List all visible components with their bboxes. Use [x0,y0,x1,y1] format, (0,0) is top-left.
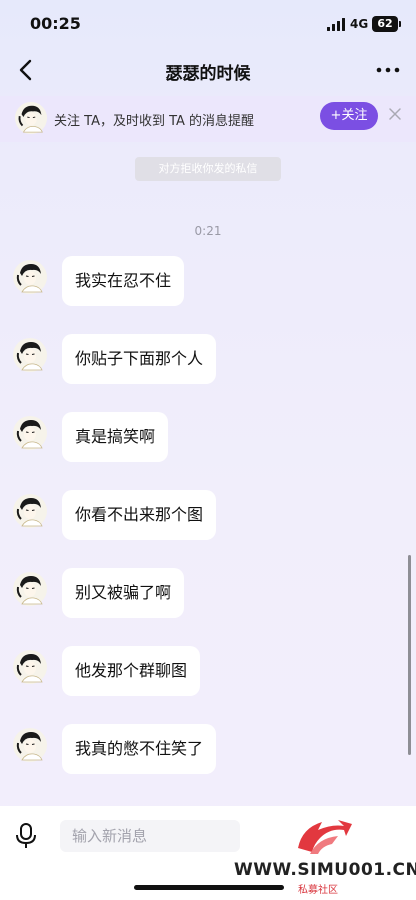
message-bubble[interactable]: 别又被骗了啊 [62,568,185,618]
avatar[interactable] [12,571,48,607]
close-icon[interactable] [388,107,402,121]
home-indicator [134,885,284,890]
status-time: 00:25 [30,14,81,33]
avatar[interactable] [12,493,48,529]
message-input[interactable] [60,820,240,852]
follow-button[interactable]: +关注 [320,102,378,130]
message-bubble[interactable]: 你看不出来那个图 [62,490,217,540]
message-bubble[interactable]: 我真的憋不住笑了 [62,724,217,774]
system-notice: 对方拒收你发的私信 [135,157,281,181]
follow-banner-text: 关注 TA，及时收到 TA 的消息提醒 [54,114,255,129]
microphone-icon[interactable] [15,822,37,850]
message-bubble[interactable]: 真是搞笑啊 [62,412,169,462]
message-row: 真是搞笑啊 [0,412,416,464]
message-row: 你贴子下面那个人 [0,334,416,386]
avatar[interactable] [14,101,48,135]
message-bubble[interactable]: 我实在忍不住 [62,256,185,306]
battery-icon: 62 [372,16,401,32]
status-bar: 00:25 4G 62 [0,0,416,48]
avatar[interactable] [12,649,48,685]
watermark-subtitle: 私募社区 [298,885,338,896]
message-row: 我实在忍不住 [0,256,416,308]
nav-bar: 瑟瑟的时候 [0,48,416,92]
message-row: 他发那个群聊图 [0,646,416,698]
message-row: 我真的憋不住笑了 [0,724,416,776]
watermark-url: WWW.SIMU001.CN [234,860,416,880]
avatar[interactable] [12,727,48,763]
watermark-logo-icon [298,820,352,854]
message-bubble[interactable]: 他发那个群聊图 [62,646,201,696]
signal-icon [327,18,345,31]
message-row: 你看不出来那个图 [0,490,416,542]
follow-banner: 关注 TA，及时收到 TA 的消息提醒 +关注 [0,96,416,142]
avatar[interactable] [12,337,48,373]
more-icon[interactable] [374,58,402,82]
scrollbar[interactable] [408,555,411,755]
message-bubble[interactable]: 你贴子下面那个人 [62,334,217,384]
network-label: 4G [350,17,369,31]
page-title: 瑟瑟的时候 [165,64,251,84]
message-timestamp: 0:21 [194,224,222,238]
avatar[interactable] [12,259,48,295]
avatar[interactable] [12,415,48,451]
message-row: 别又被骗了啊 [0,568,416,620]
